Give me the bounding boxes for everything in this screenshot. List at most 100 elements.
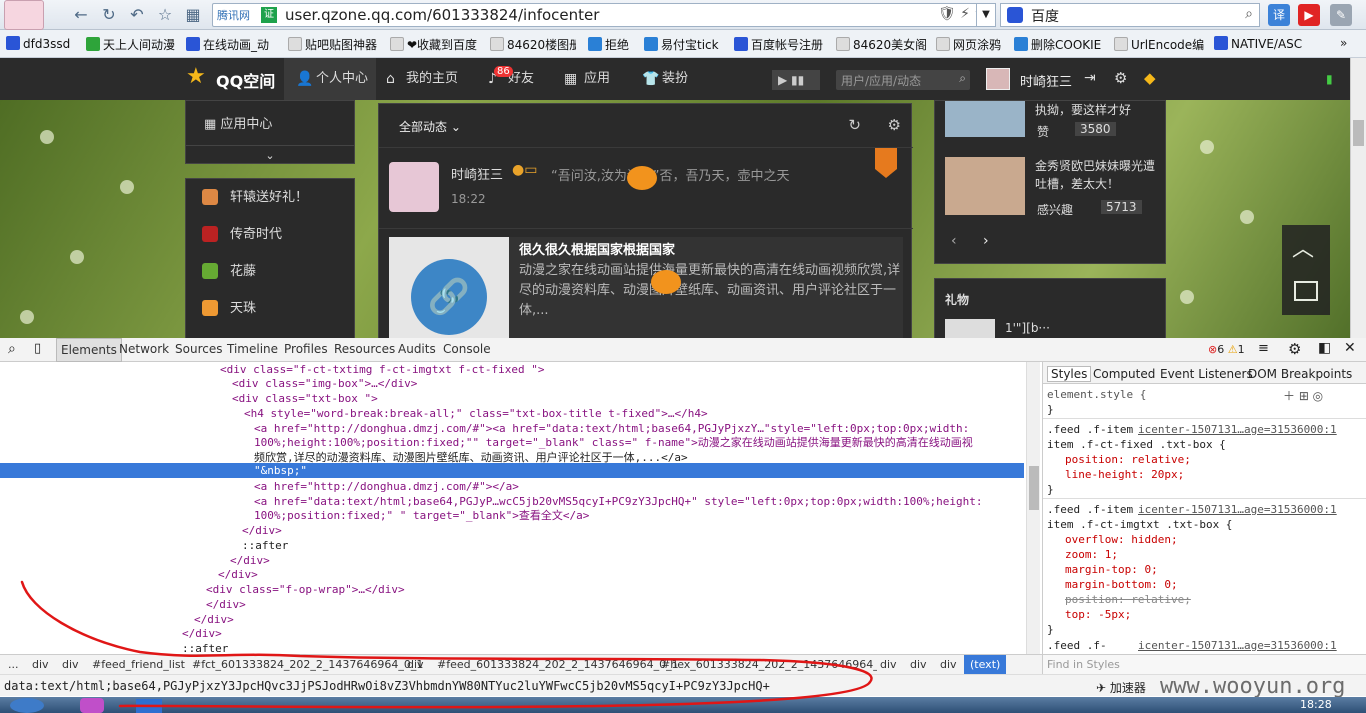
- feed-author[interactable]: 时崎狂三: [451, 164, 503, 183]
- bookmark-item[interactable]: 易付宝tick: [644, 36, 724, 52]
- tab-console[interactable]: Console: [443, 342, 491, 356]
- elements-scrollbar[interactable]: [1026, 362, 1040, 654]
- start-button[interactable]: [10, 698, 44, 713]
- dom-node[interactable]: 100%;position:fixed;" " target="_blank">…: [254, 508, 589, 523]
- tab-network[interactable]: Network: [119, 342, 169, 356]
- recommend-text[interactable]: 金秀贤欧巴妹妹曝光遭吐槽，差太大！: [1035, 157, 1159, 193]
- feed-avatar[interactable]: [389, 162, 439, 212]
- dom-node[interactable]: <div class="txt-box ">: [232, 391, 378, 406]
- interest-button[interactable]: 感兴趣: [1037, 201, 1073, 218]
- side-app-item[interactable]: 花藤: [186, 253, 354, 290]
- search-icon[interactable]: ⌕: [8, 341, 16, 357]
- gift-text[interactable]: 1'"][b···: [1005, 321, 1050, 335]
- tab-computed[interactable]: Computed: [1093, 367, 1155, 381]
- tab-favicon[interactable]: [4, 0, 44, 30]
- pseudo-element[interactable]: ::after: [242, 538, 288, 553]
- recommend-thumb[interactable]: [945, 157, 1025, 215]
- back-icon[interactable]: ←: [70, 4, 92, 26]
- dock-icon[interactable]: ◧: [1318, 340, 1331, 356]
- grid-icon[interactable]: ▦: [182, 4, 204, 26]
- rule-selector[interactable]: .feed .f-item .f-ct-fixed .txt-box {: [1047, 422, 1137, 437]
- refresh-icon[interactable]: ↻: [848, 116, 861, 134]
- diamond-icon[interactable]: ◆: [1144, 69, 1156, 87]
- bookmark-item[interactable]: 84620楼图册: [490, 36, 576, 52]
- bookmark-item[interactable]: 删除COOKIE: [1014, 36, 1106, 52]
- breadcrumb-item[interactable]: #fct_601333824_202_2_1437646964_0_1: [192, 658, 423, 671]
- wrench-icon[interactable]: ✎: [1330, 4, 1352, 26]
- like-button[interactable]: 赞: [1037, 123, 1049, 140]
- tab-styles[interactable]: Styles: [1047, 366, 1092, 382]
- nav-friends[interactable]: ♪ 好友: [488, 58, 534, 100]
- bookmark-item[interactable]: NATIVE/ASC: [1214, 36, 1332, 52]
- css-property[interactable]: margin-top: 0;: [1065, 562, 1158, 577]
- pseudo-element[interactable]: ::after: [182, 641, 228, 654]
- feed-filter[interactable]: 全部动态 ⌄: [399, 118, 461, 135]
- bookmark-item[interactable]: 贴吧贴图神器: [288, 36, 380, 52]
- dom-node[interactable]: <div class="f-ct-txtimg f-ct-imgtxt f-ct…: [220, 362, 545, 377]
- css-property[interactable]: zoom: 1;: [1065, 547, 1118, 562]
- dom-node[interactable]: </div>: [230, 553, 270, 568]
- taskbar-app[interactable]: [80, 698, 104, 713]
- breadcrumb-item[interactable]: ...: [8, 658, 19, 671]
- side-app-item[interactable]: 传奇时代: [186, 216, 354, 253]
- breadcrumb-item[interactable]: div: [407, 658, 424, 671]
- css-property[interactable]: top: -5px;: [1065, 607, 1131, 622]
- back-to-top-icon[interactable]: ︿: [1292, 231, 1314, 263]
- dom-node[interactable]: <div class="img-box">…</div>: [232, 376, 417, 391]
- tab-profiles[interactable]: Profiles: [284, 342, 328, 356]
- bookmark-item[interactable]: 84620美女阁: [836, 36, 926, 52]
- bookmark-item[interactable]: 在线动画_动: [186, 36, 278, 52]
- tab-event-listeners[interactable]: Event Listeners: [1160, 367, 1253, 381]
- rule-source[interactable]: icenter-1507131…age=31536000:1: [1138, 502, 1337, 517]
- star-icon[interactable]: ☆: [154, 4, 176, 26]
- chevron-down-icon[interactable]: ▼: [976, 3, 996, 27]
- tab-sources[interactable]: Sources: [175, 342, 222, 356]
- qzone-logo[interactable]: QQ空间: [216, 68, 275, 92]
- logout-icon[interactable]: ⇥: [1084, 70, 1096, 86]
- dom-node[interactable]: <a href="data:text/html;base64,PGJyP…wcC…: [254, 494, 982, 509]
- css-property[interactable]: line-height: 20px;: [1065, 467, 1184, 482]
- undo-icon[interactable]: ↶: [126, 4, 148, 26]
- rule-selector[interactable]: .feed .f-: [1047, 638, 1107, 653]
- avatar[interactable]: [986, 68, 1010, 90]
- search-icon[interactable]: ⌕: [959, 71, 966, 86]
- side-app-item[interactable]: 轩辕送好礼！: [186, 179, 354, 216]
- dom-node[interactable]: <a href="http://donghua.dmzj.com/#"></a>: [254, 479, 519, 494]
- nav-personal-center[interactable]: 👤 个人中心: [296, 58, 368, 100]
- breadcrumb-item[interactable]: div: [940, 658, 957, 671]
- side-app-item[interactable]: 天珠: [186, 290, 354, 327]
- element-style[interactable]: element.style {: [1047, 387, 1146, 402]
- breadcrumb-item[interactable]: div: [62, 658, 79, 671]
- device-icon[interactable]: ▯: [34, 341, 41, 356]
- rule-selector[interactable]: .feed .f-item .f-ct-imgtxt .txt-box {: [1047, 502, 1137, 517]
- tab-elements[interactable]: Elements: [56, 338, 122, 362]
- dom-node[interactable]: 100%;height:100%;position:fixed;"" targe…: [254, 435, 973, 450]
- tab-dom-breakpoints[interactable]: DOM Breakpoints: [1248, 367, 1352, 381]
- taskbar-app[interactable]: [136, 699, 162, 713]
- bookmark-item[interactable]: 百度帐号注册: [734, 36, 824, 52]
- error-count[interactable]: ⊗6 ⚠1: [1208, 343, 1245, 356]
- dom-node[interactable]: <h4 style="word-break:break-all;" class=…: [244, 406, 708, 421]
- gear-icon[interactable]: ⚙: [1288, 340, 1301, 358]
- play-icon[interactable]: ▶ ▮▮: [772, 70, 820, 90]
- gear-icon[interactable]: ⚙: [1114, 69, 1127, 87]
- selected-text-node[interactable]: "&nbsp;": [254, 463, 307, 478]
- dom-node[interactable]: 频欣赏,详尽的动漫资料库、动漫图片壁纸库、动画资讯、用户评论社区于一体,...<…: [254, 450, 688, 465]
- qzone-search-input[interactable]: 用户/应用/动态 ⌕: [836, 70, 970, 90]
- breadcrumb-item[interactable]: #hex_601333824_202_2_1437646964_0_1: [661, 658, 877, 671]
- chevron-down-icon[interactable]: ⌄: [186, 145, 354, 165]
- css-property[interactable]: margin-bottom: 0;: [1065, 577, 1178, 592]
- dom-node[interactable]: </div>: [206, 597, 246, 612]
- dom-node[interactable]: </div>: [194, 612, 234, 627]
- breadcrumb-item[interactable]: #feed_friend_list: [92, 658, 185, 671]
- dom-node[interactable]: <a href="http://donghua.dmzj.com/#"><a h…: [254, 421, 969, 436]
- find-in-styles-input[interactable]: Find in Styles: [1042, 654, 1366, 674]
- recommend-text[interactable]: 执拗，要这样才好: [1035, 101, 1131, 118]
- dom-node[interactable]: </div>: [182, 626, 222, 641]
- gift-thumb[interactable]: [945, 319, 995, 338]
- share-title[interactable]: 很久很久根据国家根据国家: [519, 239, 675, 258]
- chevron-right-icon[interactable]: »: [1340, 36, 1347, 50]
- feed-share-card[interactable]: 🔗 很久很久根据国家根据国家 动漫之家在线动画站提供海量更新最快的高清在线动画视…: [389, 237, 903, 338]
- breadcrumb-item-selected[interactable]: (text): [964, 655, 1007, 674]
- dom-node[interactable]: </div>: [242, 523, 282, 538]
